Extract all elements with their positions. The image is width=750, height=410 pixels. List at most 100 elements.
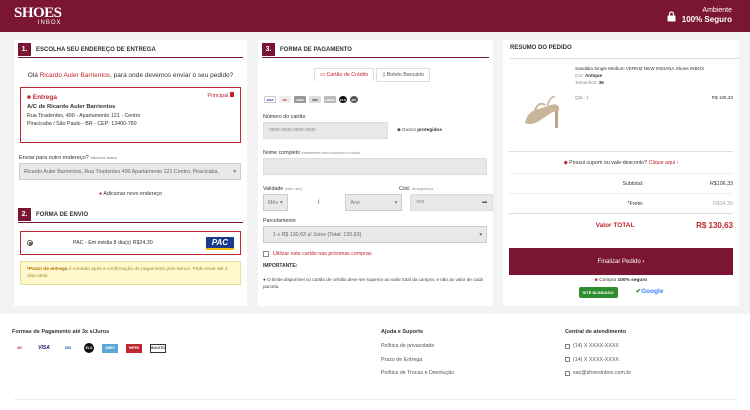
important-note: ● O limite disponível no cartão de crédi… <box>263 277 484 290</box>
email-contact[interactable]: sac@shoesinbox.com.br <box>565 370 631 376</box>
card-back-icon: ▬ <box>482 200 487 205</box>
footer-divider <box>14 399 736 400</box>
footer-contact: Central de atendimento (14) X XXXX-XXXX … <box>565 329 631 384</box>
name-hint: exatamente como impresso no cartão <box>301 151 361 155</box>
shipping-header: 2. FORMA DE ENVIO <box>18 207 243 223</box>
principal-label: Principal <box>207 93 229 99</box>
address-card[interactable]: Principal ■ Entrega A/C de Ricardo Auler… <box>20 87 241 143</box>
site-blindado-badge[interactable]: SITE BLINDADO <box>578 287 618 298</box>
other-address-label: Enviar para outro endereço? Selecione ab… <box>19 155 247 161</box>
privacy-link[interactable]: Política de privacidade <box>381 343 454 349</box>
lock-icon <box>667 10 676 21</box>
secure-line2: 100% Seguro <box>681 15 732 24</box>
name-input[interactable] <box>263 158 487 175</box>
pac-logo: PAC <box>205 236 234 250</box>
name-label-text: Nome completo <box>263 150 301 156</box>
freight-value: R$24,30 <box>712 200 733 207</box>
logo[interactable]: SHOES INBOX <box>14 5 62 27</box>
size-value: 36 <box>598 80 604 86</box>
footer-help: Ajuda e Suporte Política de privacidade … <box>381 329 454 384</box>
diners-icon[interactable]: DIN <box>309 96 321 103</box>
cvv-hint: de segurança <box>411 187 433 191</box>
delivery-header: 1. ESCOLHA SEU ENDEREÇO DE ENTREGA <box>18 42 243 58</box>
protected-pre: Dados <box>402 128 418 133</box>
name-label: Nome completo exatamente como impresso n… <box>263 150 493 156</box>
finalize-order-button[interactable]: Finalizar Pedido › <box>509 248 733 275</box>
address-name: Entrega <box>32 94 57 101</box>
elo-icon[interactable]: ELO <box>339 96 347 103</box>
summary-column: RESUMO DO PEDIDO Sandália Single Medium … <box>503 40 739 306</box>
save-card-checkbox[interactable] <box>263 251 269 257</box>
step-number: 2. <box>18 208 31 221</box>
google-badge[interactable]: ✔Google <box>636 287 664 298</box>
product-image[interactable] <box>509 65 575 151</box>
footer-help-title: Ajuda e Suporte <box>381 329 424 335</box>
year-select[interactable]: Ano ▾ <box>345 194 403 211</box>
whatsapp-contact[interactable]: (14) X XXXX-XXXX <box>565 357 631 363</box>
cvv-input[interactable]: 000 ▬ <box>410 194 493 211</box>
returns-link[interactable]: Política de Trocas e Devolução <box>381 370 454 376</box>
save-card-option[interactable]: Utilizar este cartão nas próximas compra… <box>263 251 493 257</box>
shipping-option[interactable]: PAC - Em média 8 dia(s) R$24,30 PAC <box>20 231 241 255</box>
footer-payments: Formas de Pagamento até 3x s/Juros MC VI… <box>12 329 166 353</box>
installments-select[interactable]: 1 x R$ 130,63 s/ Juros (Total: 130,63) ▾ <box>263 226 487 243</box>
name-row <box>263 158 493 175</box>
card-number-row: 0000 0000 0000 0000 ◆ Dados protegidos <box>263 122 493 139</box>
step-number: 1. <box>18 43 31 56</box>
shipping-radio[interactable] <box>27 240 33 246</box>
hipercard-icon[interactable]: HIPER <box>324 96 336 103</box>
phone-icon <box>565 343 570 349</box>
footer-card-list: MC VISA DIN ELO AMEX HIPER BOLETO <box>12 343 166 353</box>
delivery-column: 1. ESCOLHA SEU ENDEREÇO DE ENTREGA Olá R… <box>14 40 247 306</box>
elo-icon: ELO <box>84 343 94 353</box>
month-value: Mês <box>268 199 279 206</box>
mastercard-alt-icon[interactable]: MC <box>350 96 358 103</box>
principal-tag: Principal <box>207 92 234 101</box>
qty-line: Qtd.: 1 R$ 106,33 <box>575 94 733 101</box>
year-value: Ano <box>350 199 360 206</box>
address-title: ■ Entrega <box>27 93 234 103</box>
finalize-label: Finalizar Pedido <box>597 258 641 265</box>
protected-bold: protegidos <box>417 128 443 133</box>
plus-circle-icon: ● <box>99 191 103 197</box>
mastercard-icon[interactable]: MC <box>279 96 291 103</box>
step-number: 3. <box>262 43 275 56</box>
installments-row: 1 x R$ 130,63 s/ Juros (Total: 130,63) ▾ <box>263 226 493 243</box>
subtotal-row: Subtotal: R$106,33 <box>509 173 733 193</box>
chevron-right-icon: › <box>642 258 645 265</box>
coupon-link[interactable]: Clique aqui <box>649 160 676 166</box>
coupon-text: Possui cupom ou vale-desconto? <box>569 160 649 166</box>
important-title: IMPORTANTE: <box>263 263 298 269</box>
whatsapp-icon <box>565 357 570 362</box>
tab-boleto-label: Boleto Bancário <box>386 72 425 78</box>
address-select[interactable]: Ricardo Auler Barrientos, Rua Tiradentes… <box>19 163 241 180</box>
greet-post: , para onde devemos enviar o seu pedido? <box>110 72 234 79</box>
email-value: sac@shoesinbox.com.br <box>573 370 632 376</box>
validity-label: Validade (mês / ano) <box>263 186 399 192</box>
cvv-label-text: Cód. <box>399 186 411 192</box>
whatsapp-value: (14) X XXXX-XXXX <box>573 356 619 363</box>
delivery-time-link[interactable]: Prazo de Entrega <box>381 357 454 363</box>
product-name[interactable]: Sandália Single Medium VERNIZ NEW INDIAN… <box>575 65 733 72</box>
amex-icon[interactable]: AMEX <box>294 96 306 103</box>
truck-icon: ■ <box>27 94 31 101</box>
tab-boleto[interactable]: ▯ Boleto Bancário <box>376 68 431 82</box>
installments-label: Parcelamento <box>263 218 296 224</box>
address-select-value: Ricardo Auler Barrientos, Rua Tiradentes… <box>24 168 219 175</box>
validity-row: Mês ▾ / Ano ▾ 000 ▬ <box>263 194 493 211</box>
color-label: Cor: <box>575 73 585 79</box>
shield-icon: ◆ <box>397 128 401 133</box>
subtotal-value: R$106,33 <box>710 180 733 187</box>
tab-credit-card[interactable]: ▭ Cartão de Crédito <box>314 68 375 82</box>
logo-main: SHOES <box>14 5 62 21</box>
address-line1: Rua Tiradentes, 490 - Apartamento 121 - … <box>27 113 141 120</box>
card-number-input[interactable]: 0000 0000 0000 0000 <box>263 122 388 139</box>
diners-icon: DIN <box>65 346 71 350</box>
add-address-link[interactable]: ● Adicionar novo endereço <box>14 191 247 197</box>
chevron-right-icon: › <box>676 160 679 166</box>
phone-contact[interactable]: (14) X XXXX-XXXX <box>565 343 631 349</box>
visa-icon[interactable]: VISA <box>264 96 276 103</box>
date-separator: / <box>317 199 320 206</box>
month-select[interactable]: Mês ▾ <box>263 194 288 211</box>
checkout-area: 1. ESCOLHA SEU ENDEREÇO DE ENTREGA Olá R… <box>0 32 750 314</box>
